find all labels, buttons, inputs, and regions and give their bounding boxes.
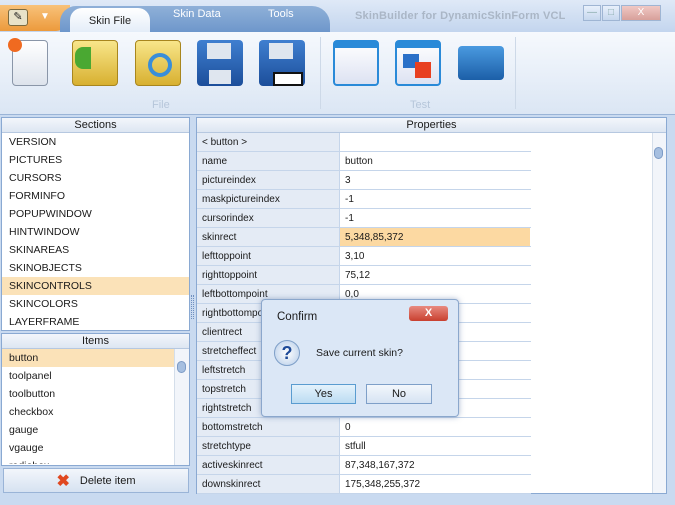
tab-tools[interactable]: Tools [268,8,294,20]
properties-scrollbar[interactable] [652,133,666,493]
property-group-title: < button > [197,133,340,151]
yes-button[interactable]: Yes [291,384,356,404]
sections-panel: Sections VERSION PICTURES CURSORS FORMINFO P… [1,117,190,331]
delete-item-label: Delete item [79,474,136,487]
window-title: SkinBuilder for DynamicSkinForm VCL [355,10,566,22]
property-name: skinrect [197,228,340,246]
property-value[interactable]: 3,10 [340,247,530,265]
item-list-item[interactable]: gauge [2,421,174,439]
section-item[interactable]: SKINCOLORS [2,295,189,313]
item-list-item[interactable]: checkbox [2,403,174,421]
properties-header: Properties [197,118,666,133]
tab-skin-data[interactable]: Skin Data [173,8,221,20]
property-row[interactable]: maskpictureindex -1 [197,190,531,209]
confirm-dialog: Confirm X ? Save current skin? Yes No [261,299,459,417]
property-row[interactable]: pictureindex 3 [197,171,531,190]
minimize-button[interactable]: — [583,5,601,21]
property-value[interactable]: 175,348,255,372 [340,475,530,493]
maximize-button[interactable]: □ [602,5,620,21]
dialog-title: Confirm [277,311,318,323]
app-icon: ✎ [8,9,28,26]
tab-skin-file[interactable]: Skin File [70,8,150,32]
property-value[interactable]: -1 [340,209,530,227]
no-button[interactable]: No [366,384,432,404]
sections-list[interactable]: VERSION PICTURES CURSORS FORMINFO POPUPWINDO… [2,133,189,331]
property-name: downskinrect [197,475,340,493]
property-value[interactable]: 87,348,167,372 [340,456,530,474]
sections-header: Sections [2,118,189,133]
reload-folder-icon[interactable] [135,40,181,86]
property-value[interactable]: 3 [340,171,530,189]
section-item[interactable]: FORMINFO [2,187,189,205]
items-panel: Items button toolpanel toolbutton checkbox g… [1,333,190,466]
section-item[interactable]: POPUPWINDOW [2,205,189,223]
question-icon: ? [274,340,300,366]
dialog-close-button[interactable]: X [409,306,448,321]
section-item[interactable]: CURSORS [2,169,189,187]
property-row[interactable]: lefttoppoint 3,10 [197,247,531,266]
new-skin-icon[interactable] [8,38,48,86]
items-header: Items [2,334,189,349]
property-row[interactable]: bottomstretch 0 [197,418,531,437]
property-name: pictureindex [197,171,340,189]
section-item[interactable]: VERSION [2,133,189,151]
ribbon: File Test [0,32,675,115]
property-name: righttoppoint [197,266,340,284]
test-mdi-icon[interactable] [395,40,441,86]
property-row[interactable]: cursorindex -1 [197,209,531,228]
test-form-icon[interactable] [333,40,379,86]
section-item[interactable]: SKINOBJECTS [2,259,189,277]
item-list-item[interactable]: toolpanel [2,367,174,385]
scroll-thumb[interactable] [654,147,663,159]
delete-item-button[interactable]: ✖ Delete item [3,468,189,493]
property-value[interactable]: 0 [340,418,530,436]
property-value[interactable]: button [340,152,530,170]
items-scrollbar[interactable] [174,349,189,465]
property-value[interactable]: 5,348,85,372 [340,228,530,246]
section-item[interactable]: PICTURES [2,151,189,169]
item-list-item[interactable]: button [2,349,174,367]
group-separator [320,37,321,109]
open-folder-icon[interactable] [72,40,118,86]
group-label-test: Test [410,99,431,111]
section-item[interactable]: SKINCONTROLS [2,277,189,295]
property-row[interactable]: righttoppoint 75,12 [197,266,531,285]
splitter-handle[interactable] [191,295,194,319]
property-name: lefttoppoint [197,247,340,265]
save-icon[interactable] [197,40,243,86]
property-value[interactable]: -1 [340,190,530,208]
section-item[interactable]: HINTWINDOW [2,223,189,241]
property-row[interactable]: activeskinrect 87,348,167,372 [197,456,531,475]
group-separator [515,37,516,109]
property-row[interactable]: name button [197,152,531,171]
delete-x-icon: ✖ [56,472,70,490]
property-name: bottomstretch [197,418,340,436]
property-row[interactable]: stretchtype stfull [197,437,531,456]
property-value[interactable]: stfull [340,437,530,455]
items-list[interactable]: button toolpanel toolbutton checkbox gauge vg… [2,349,174,464]
property-name: name [197,152,340,170]
property-name: maskpictureindex [197,190,340,208]
item-list-item[interactable]: vgauge [2,439,174,457]
item-list-item[interactable]: radiobox [2,457,174,464]
group-label-file: File [152,99,170,111]
scroll-thumb[interactable] [177,361,186,373]
chevron-down-icon: ▼ [40,11,50,22]
item-list-item[interactable]: toolbutton [2,385,174,403]
property-row[interactable]: downskinrect 175,348,255,372 [197,475,531,494]
dialog-message: Save current skin? [316,347,403,359]
property-name: stretchtype [197,437,340,455]
close-button[interactable]: X [621,5,661,21]
property-row[interactable]: skinrect 5,348,85,372 [197,228,531,247]
property-name: cursorindex [197,209,340,227]
property-name: activeskinrect [197,456,340,474]
test-controls-icon[interactable] [458,46,504,80]
save-as-icon[interactable] [259,40,305,86]
property-value[interactable]: 75,12 [340,266,530,284]
section-item[interactable]: SKINAREAS [2,241,189,259]
section-item[interactable]: LAYERFRAME [2,313,189,331]
